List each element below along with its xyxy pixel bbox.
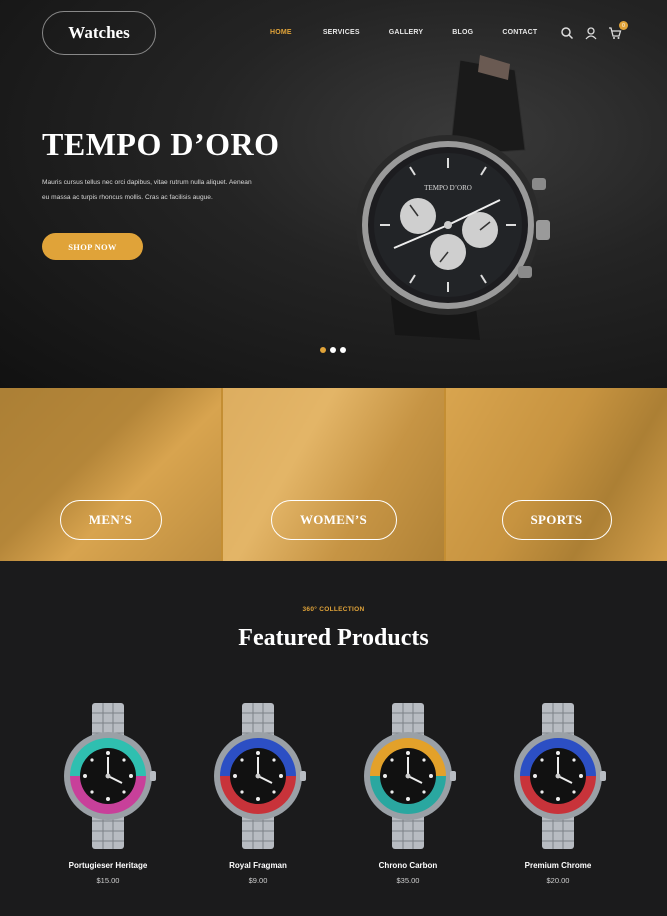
product-card[interactable]: Chrono Carbon $35.00: [333, 701, 483, 885]
category-sports[interactable]: SPORTS: [444, 388, 667, 561]
product-name[interactable]: Portugieser Heritage: [33, 861, 183, 870]
womens-button[interactable]: WOMEN’S: [270, 500, 397, 540]
featured-section: 360° COLLECTION Featured Products Portug…: [0, 561, 667, 916]
brand-logo[interactable]: Watches: [42, 11, 156, 55]
category-band: MEN’S WOMEN’S SPORTS: [0, 388, 667, 561]
product-price: $9.00: [248, 876, 268, 885]
hero-description-line-2: eu massa ac turpis rhoncus mollis. Cras …: [42, 194, 213, 201]
hero-description-line-1: Mauris cursus tellus nec orci dapibus, v…: [42, 179, 252, 186]
hero-title: TEMPO D’ORO: [42, 126, 280, 162]
nav-blog[interactable]: BLOG: [452, 29, 473, 36]
slider-dots: [320, 347, 346, 353]
nav-gallery[interactable]: GALLERY: [389, 29, 424, 36]
featured-title: Featured Products: [238, 625, 429, 651]
category-mens[interactable]: MEN’S: [0, 388, 221, 561]
product-image: [64, 703, 156, 849]
cart-icon[interactable]: 0: [608, 21, 628, 40]
sports-button[interactable]: SPORTS: [501, 500, 612, 540]
mens-button[interactable]: MEN’S: [59, 500, 162, 540]
product-name[interactable]: Premium Chrome: [483, 861, 633, 870]
product-price: $20.00: [546, 876, 570, 885]
product-name[interactable]: Royal Fragman: [183, 861, 333, 870]
category-womens[interactable]: WOMEN’S: [221, 388, 444, 561]
product-price: $35.00: [396, 876, 420, 885]
nav-contact[interactable]: CONTACT: [502, 29, 537, 36]
product-name[interactable]: Chrono Carbon: [333, 861, 483, 870]
nav-home[interactable]: HOME: [270, 29, 292, 36]
hero-description: Mauris cursus tellus nec orci dapibus, v…: [42, 175, 292, 205]
nav-services[interactable]: SERVICES: [323, 29, 360, 36]
product-card[interactable]: Premium Chrome $20.00: [483, 701, 633, 885]
product-price: $15.00: [96, 876, 120, 885]
product-card[interactable]: Portugieser Heritage $15.00: [33, 701, 183, 885]
shop-now-button[interactable]: SHOP NOW: [42, 233, 143, 260]
slider-dot[interactable]: [320, 347, 326, 353]
product-image: [514, 703, 606, 849]
svg-text:TEMPO D’ORO: TEMPO D’ORO: [424, 184, 472, 192]
hero-section: TEMPO D’ORO Watches HOME SERVICES GALLER…: [0, 0, 667, 388]
product-grid: Portugieser Heritage $15.00 Royal Fragma…: [33, 701, 633, 885]
cart-count-badge: 0: [619, 21, 628, 30]
header-icons: 0: [560, 21, 628, 40]
product-card[interactable]: Royal Fragman $9.00: [183, 701, 333, 885]
slider-dot[interactable]: [330, 347, 336, 353]
main-nav: HOME SERVICES GALLERY BLOG CONTACT: [270, 29, 537, 36]
search-icon[interactable]: [560, 26, 574, 40]
product-image: [364, 703, 456, 849]
slider-dot[interactable]: [340, 347, 346, 353]
featured-kicker: 360° COLLECTION: [302, 606, 365, 613]
hero-watch-image: TEMPO D’ORO: [356, 55, 550, 340]
product-image: [214, 703, 306, 849]
logo-text: Watches: [68, 23, 130, 42]
user-icon[interactable]: [584, 26, 598, 40]
